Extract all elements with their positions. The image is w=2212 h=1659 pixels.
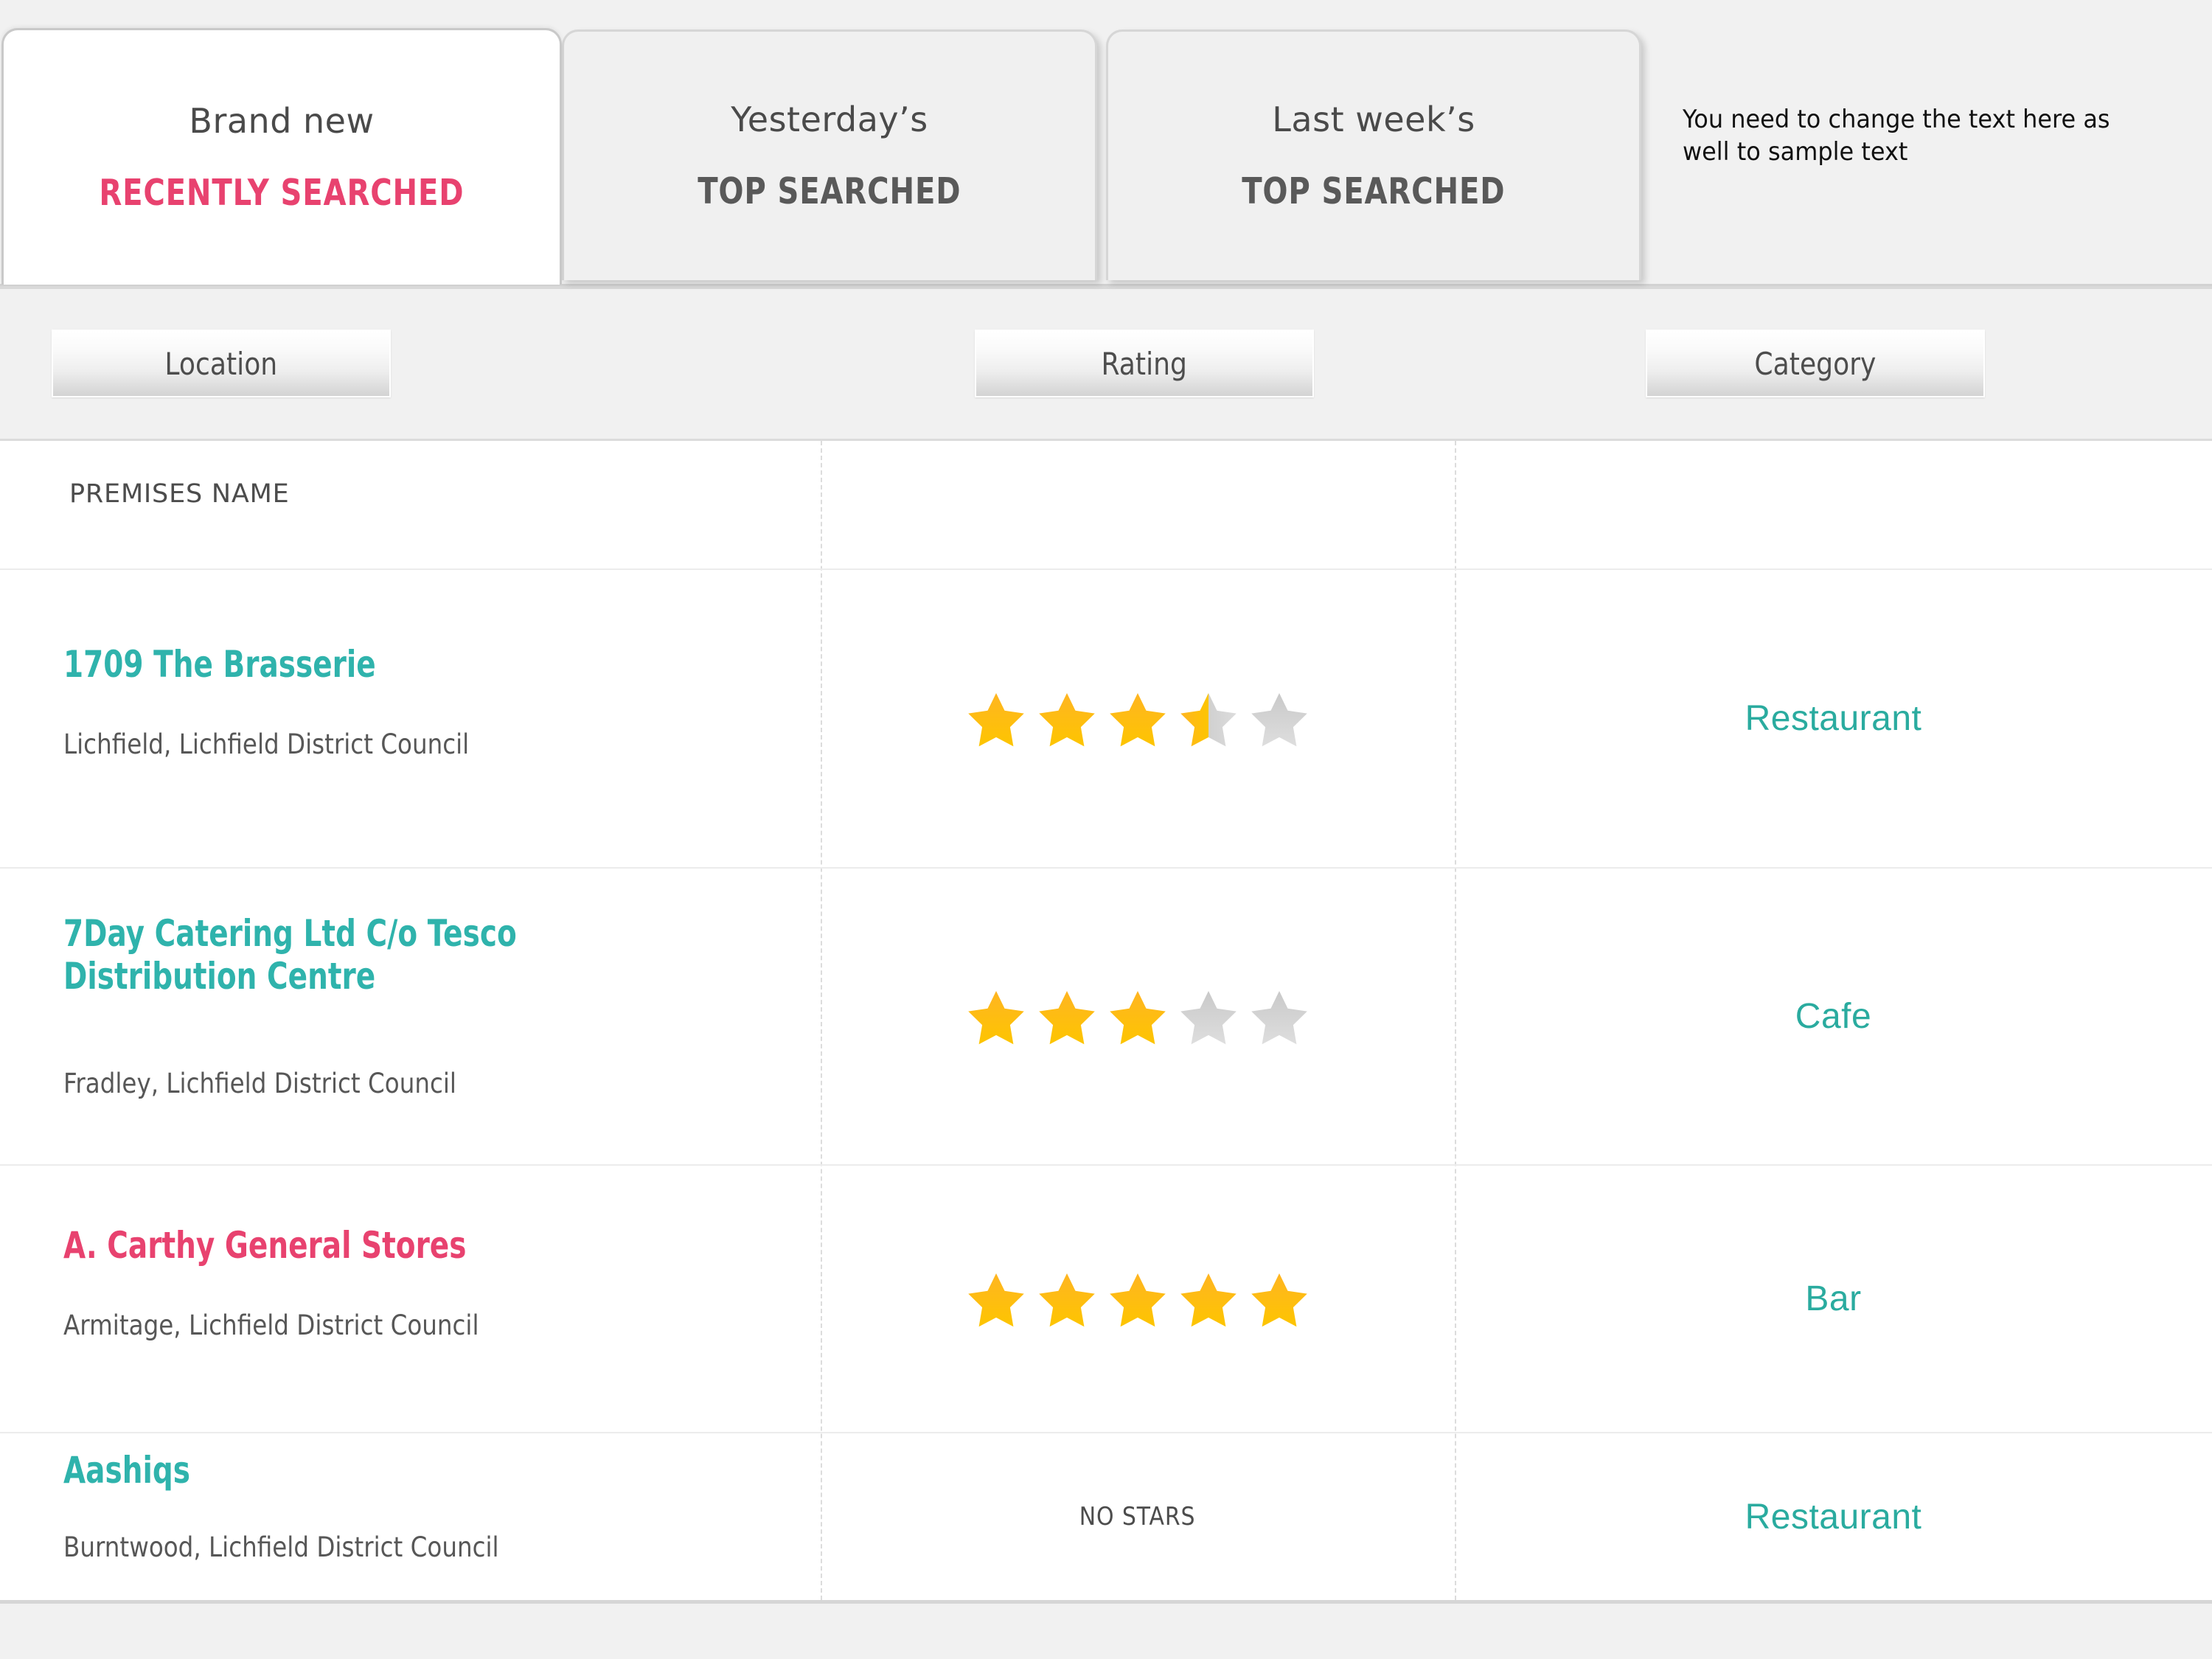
star-rating <box>966 987 1310 1047</box>
premises-location: Fradley, Lichfield District Council <box>63 1068 456 1099</box>
column-header-location[interactable]: Location <box>52 330 391 397</box>
cell-category: Restaurant <box>1455 570 2212 867</box>
cell-rating <box>821 869 1455 1164</box>
page-root: Brand new RECENTLY SEARCHED Yesterday’s … <box>0 0 2212 1659</box>
cell-location: A. Carthy General Stores Armitage, Lichf… <box>0 1166 821 1432</box>
star-icon <box>1178 987 1239 1047</box>
premises-location: Armitage, Lichfield District Council <box>63 1310 479 1341</box>
results-table: Location Rating Category PREMISES NAME 1… <box>0 284 2212 1604</box>
cell-category: Bar <box>1455 1166 2212 1432</box>
star-icon <box>1249 987 1310 1047</box>
tab-recently-searched[interactable]: Brand new RECENTLY SEARCHED <box>1 28 562 285</box>
table-row[interactable]: A. Carthy General Stores Armitage, Lichf… <box>0 1166 2212 1433</box>
tab-title: TOP SEARCHED <box>1242 170 1506 212</box>
category-label[interactable]: Restaurant <box>1745 698 1922 739</box>
premises-name[interactable]: A. Carthy General Stores <box>63 1224 466 1267</box>
cell-rating <box>821 441 1455 568</box>
table-row[interactable]: Aashiqs Burntwood, Lichfield District Co… <box>0 1433 2212 1600</box>
star-icon <box>1107 689 1168 749</box>
star-icon <box>1249 1269 1310 1329</box>
column-header-label: Category <box>1754 345 1877 382</box>
tab-title: RECENTLY SEARCHED <box>99 172 465 214</box>
table-row[interactable]: 7Day Catering Ltd C/o Tesco Distribution… <box>0 869 2212 1166</box>
cell-category: Cafe <box>1455 869 2212 1164</box>
cell-location: 7Day Catering Ltd C/o Tesco Distribution… <box>0 869 821 1164</box>
cell-rating <box>821 570 1455 867</box>
star-icon <box>1249 689 1310 749</box>
table-body: PREMISES NAME 1709 The Brasserie Lichfie… <box>0 441 2212 1600</box>
column-header-label: Location <box>164 345 278 382</box>
tab-last-week-top-searched[interactable]: Last week’s TOP SEARCHED <box>1106 29 1641 280</box>
star-icon <box>966 1269 1026 1329</box>
table-header-row: Location Rating Category <box>0 286 2212 441</box>
star-icon <box>1107 1269 1168 1329</box>
star-rating <box>966 689 1310 749</box>
star-icon <box>1037 1269 1097 1329</box>
star-icon <box>966 689 1026 749</box>
star-rating <box>966 1269 1310 1329</box>
category-label[interactable]: Restaurant <box>1745 1497 1922 1537</box>
tab-strip: Brand new RECENTLY SEARCHED Yesterday’s … <box>0 0 2212 285</box>
editor-note-text: You need to change the text here as well… <box>1683 105 2110 167</box>
tab-eyebrow: Last week’s <box>1272 100 1475 139</box>
premises-name[interactable]: 1709 The Brasserie <box>63 643 376 686</box>
premises-name[interactable]: 7Day Catering Ltd C/o Tesco Distribution… <box>63 912 517 998</box>
tab-yesterday-top-searched[interactable]: Yesterday’s TOP SEARCHED <box>562 29 1097 280</box>
premises-name-label: PREMISES NAME <box>69 479 290 509</box>
table-row[interactable]: 1709 The Brasserie Lichfield, Lichfield … <box>0 570 2212 869</box>
cell-location: Aashiqs Burntwood, Lichfield District Co… <box>0 1433 821 1600</box>
star-icon <box>1178 689 1239 749</box>
no-stars-label: NO STARS <box>1079 1502 1196 1531</box>
category-label[interactable]: Cafe <box>1795 996 1871 1037</box>
star-icon <box>1037 689 1097 749</box>
category-label[interactable]: Bar <box>1805 1279 1861 1319</box>
tab-eyebrow: Brand new <box>189 101 375 141</box>
cell-category: Restaurant <box>1455 1433 2212 1600</box>
column-header-label: Rating <box>1101 345 1188 382</box>
star-icon <box>966 987 1026 1047</box>
premises-location: Lichfield, Lichfield District Council <box>63 728 470 760</box>
star-icon <box>1037 987 1097 1047</box>
table-subheader-row: PREMISES NAME <box>0 441 2212 570</box>
star-icon <box>1178 1269 1239 1329</box>
cell-location: PREMISES NAME <box>0 441 821 568</box>
cell-rating <box>821 1166 1455 1432</box>
cell-category <box>1455 441 2212 568</box>
tab-title: TOP SEARCHED <box>698 170 961 212</box>
premises-location: Burntwood, Lichfield District Council <box>63 1531 499 1563</box>
premises-name[interactable]: Aashiqs <box>63 1449 190 1492</box>
column-header-rating[interactable]: Rating <box>975 330 1314 397</box>
cell-rating: NO STARS <box>821 1433 1455 1600</box>
tab-eyebrow: Yesterday’s <box>731 100 928 139</box>
cell-location: 1709 The Brasserie Lichfield, Lichfield … <box>0 570 821 867</box>
star-icon <box>1107 987 1168 1047</box>
column-header-category[interactable]: Category <box>1646 330 1985 397</box>
